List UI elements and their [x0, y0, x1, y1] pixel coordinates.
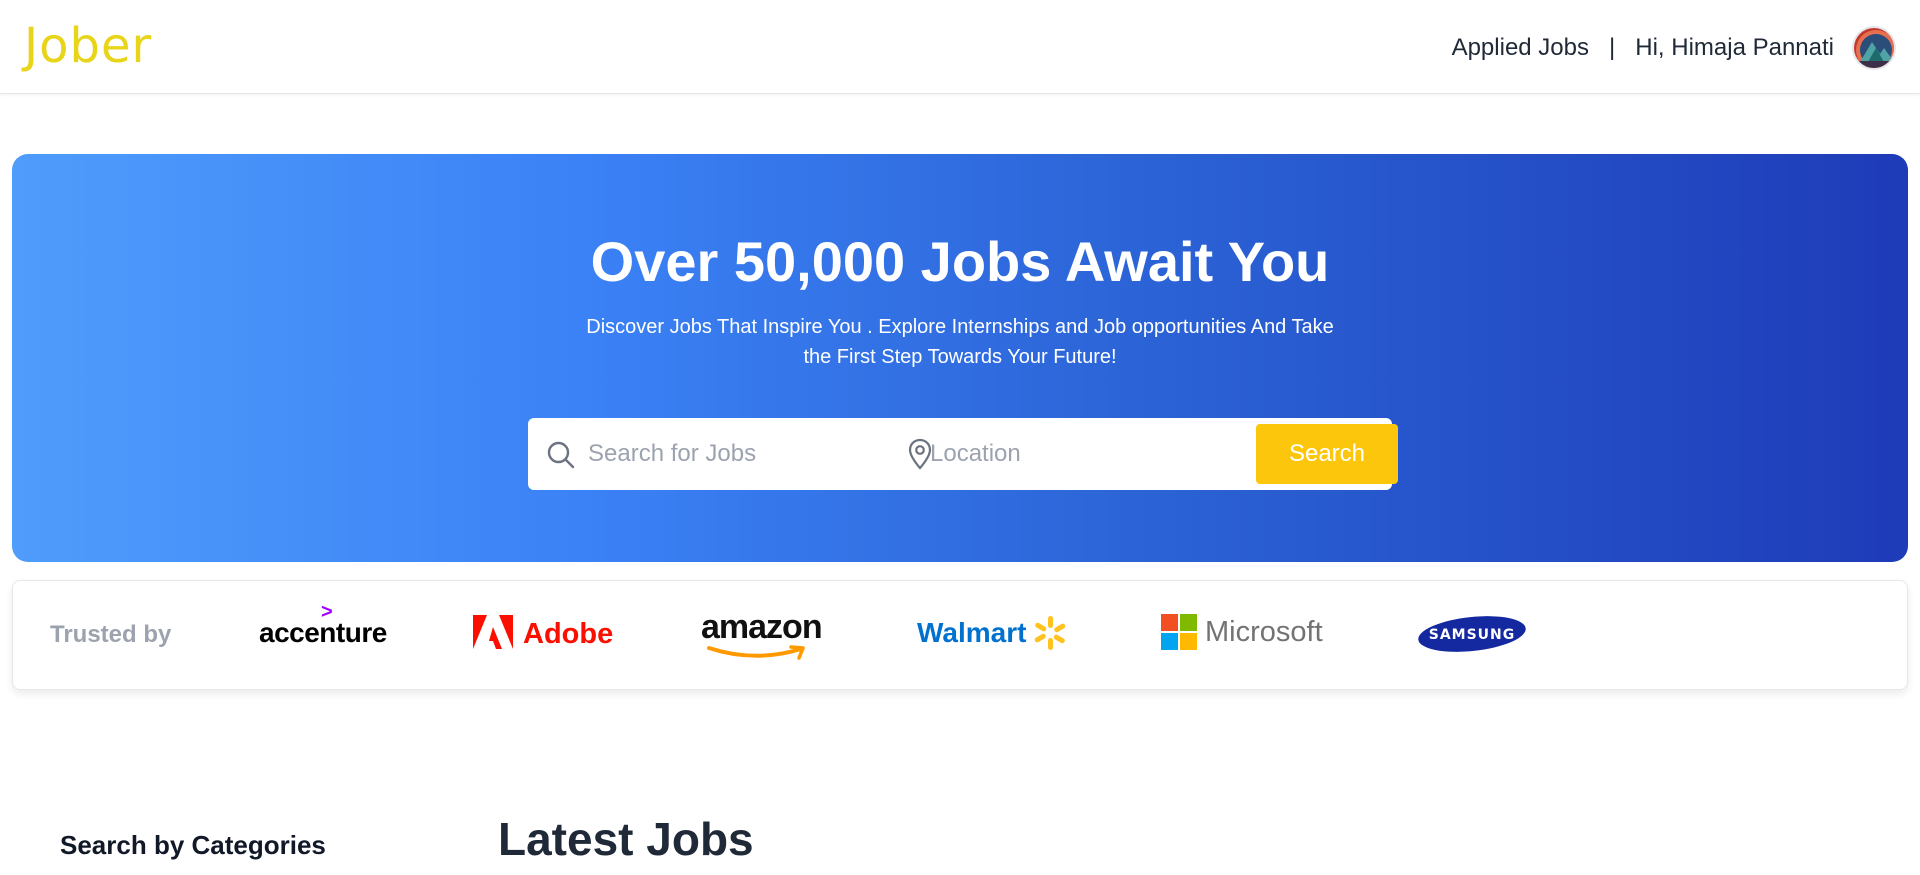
- avatar-mountain-icon[interactable]: [1852, 26, 1896, 70]
- walmart-logo: Walmart: [917, 615, 1068, 651]
- amazon-smile-icon: [701, 645, 823, 661]
- latest-jobs-heading: Latest Jobs: [498, 813, 754, 865]
- location-input[interactable]: [930, 434, 1230, 474]
- jober-logo[interactable]: Jober: [24, 16, 152, 76]
- adobe-mark-icon: [473, 615, 513, 654]
- walmart-spark-icon: [1026, 615, 1068, 651]
- amazon-logo: amazon: [701, 609, 823, 661]
- trusted-by-label: Trusted by: [50, 621, 172, 648]
- hero-banner: Over 50,000 Jobs Await You Discover Jobs…: [12, 154, 1908, 562]
- adobe-logo-text: Adobe: [523, 618, 614, 650]
- microsoft-logo: Microsoft: [1161, 614, 1323, 650]
- nav-links: Applied Jobs | Hi, Himaja Pannati: [1452, 26, 1896, 70]
- microsoft-windows-icon: [1161, 614, 1197, 650]
- top-navbar: Jober Applied Jobs | Hi, Himaja Pannati: [0, 0, 1920, 94]
- job-search-bar: Search: [528, 418, 1398, 490]
- trusted-by-strip: Trusted by > accenture Adobe amazon Walm…: [12, 580, 1908, 690]
- samsung-logo: SAMSUNG: [1417, 615, 1527, 653]
- amazon-logo-text: amazon: [701, 608, 823, 646]
- microsoft-logo-text: Microsoft: [1205, 615, 1323, 648]
- nav-separator: |: [1609, 34, 1616, 61]
- accenture-caret-icon: >: [321, 601, 333, 623]
- categories-heading: Search by Categories: [60, 830, 326, 860]
- user-greeting: Hi, Himaja Pannati: [1635, 34, 1834, 61]
- applied-jobs-link[interactable]: Applied Jobs: [1452, 34, 1589, 62]
- samsung-logo-text: SAMSUNG: [1429, 627, 1516, 643]
- walmart-logo-text: Walmart: [917, 617, 1027, 648]
- search-icon: [546, 440, 576, 470]
- job-search-input[interactable]: [588, 434, 858, 474]
- adobe-logo: Adobe: [473, 615, 613, 654]
- search-button[interactable]: Search: [1256, 424, 1398, 484]
- hero-subtitle: Discover Jobs That Inspire You . Explore…: [586, 316, 1334, 368]
- accenture-logo: > accenture: [259, 601, 387, 649]
- hero-title: Over 50,000 Jobs Await You: [590, 230, 1330, 293]
